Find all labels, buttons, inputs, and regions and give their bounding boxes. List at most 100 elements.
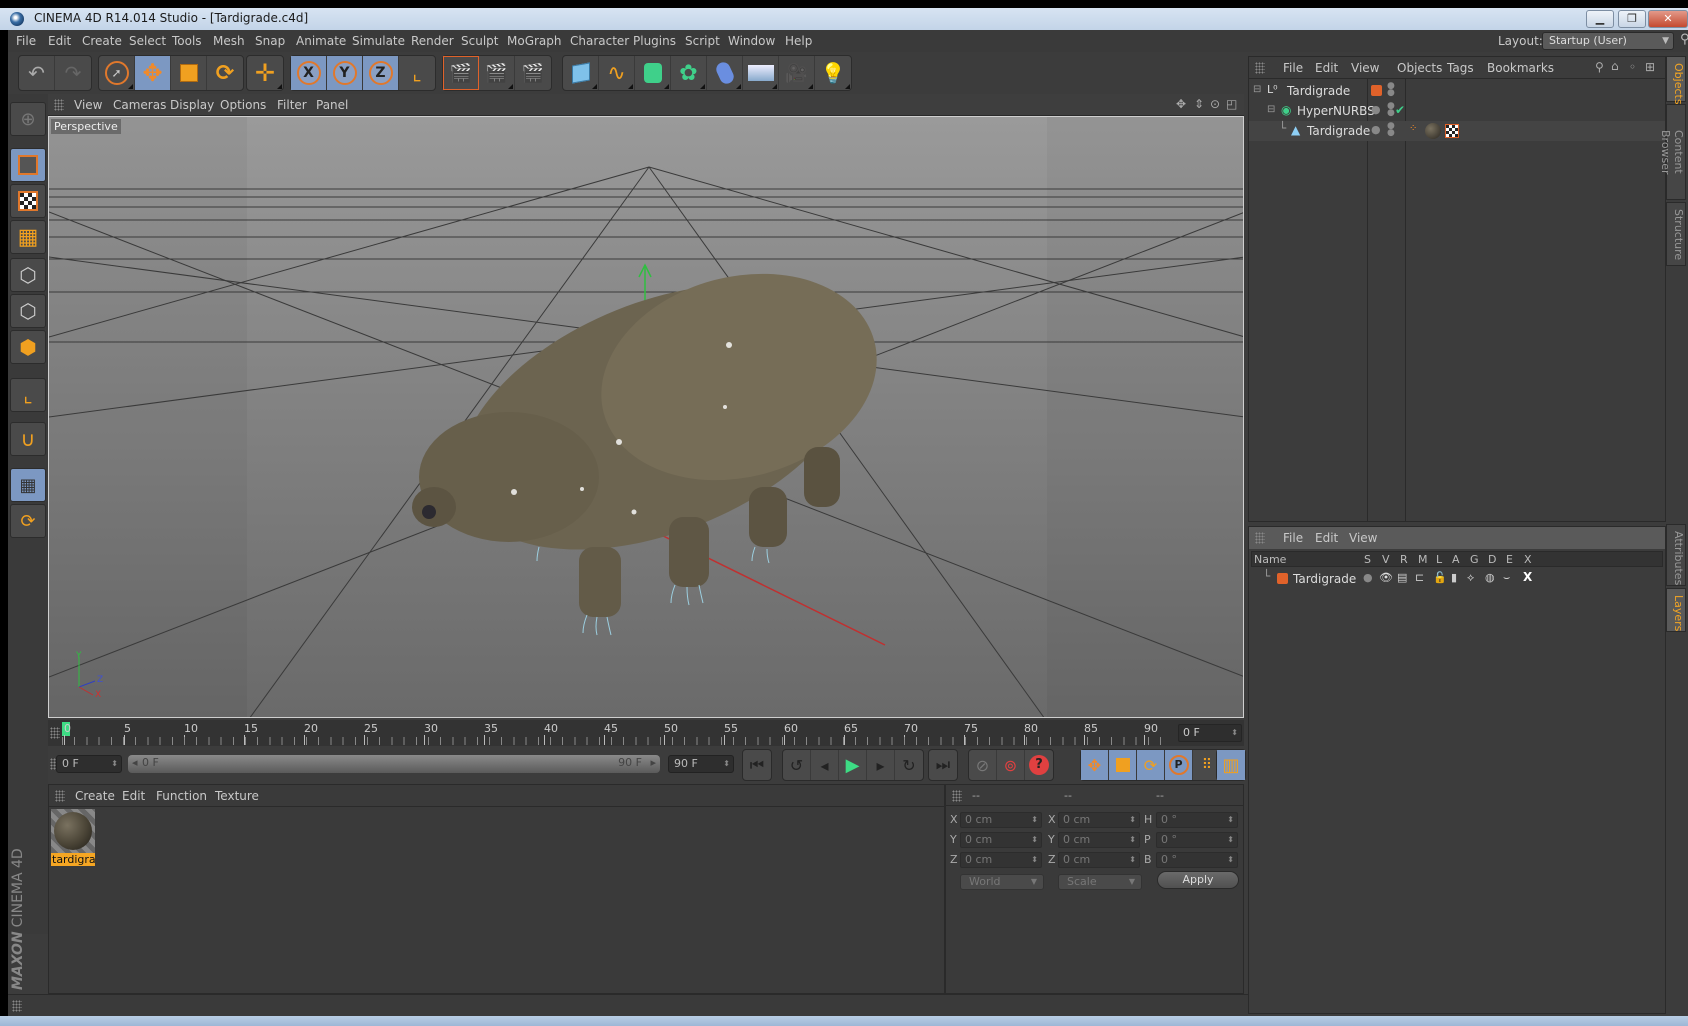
spinner-icon[interactable]: ⬍ — [1031, 853, 1038, 867]
menu-mograph[interactable]: MoGraph — [507, 34, 562, 48]
apply-button[interactable]: Apply — [1157, 871, 1239, 889]
spinner-icon[interactable]: ⬍ — [1227, 833, 1234, 847]
locked-workplane-button[interactable]: ▦ — [10, 468, 46, 502]
undo-button[interactable]: ↶ — [19, 56, 55, 90]
column-expressions[interactable]: E — [1506, 553, 1513, 566]
lock-icon[interactable]: 🔓 — [1433, 571, 1447, 584]
layer-color-swatch[interactable] — [1371, 85, 1382, 96]
workplane-button[interactable]: ⊕ — [10, 102, 46, 136]
mograph-cloner-button[interactable]: ✿ — [671, 56, 707, 90]
manager-hierarchy-icon[interactable]: ⊏ — [1415, 571, 1424, 584]
current-frame-field[interactable]: 0 F ⬍ — [1178, 724, 1242, 742]
new-window-icon[interactable]: ⊞ — [1645, 60, 1655, 74]
viewport-menu-options[interactable]: Options — [220, 98, 266, 112]
move-tool-button[interactable]: ✥ — [135, 56, 171, 90]
menu-animate[interactable]: Animate — [296, 34, 346, 48]
spinner-icon[interactable]: ⬍ — [1231, 725, 1238, 741]
spinner-icon[interactable]: ⬍ — [1031, 813, 1038, 827]
phong-tag-icon[interactable]: ⁘ — [1409, 123, 1417, 134]
spinner-icon[interactable]: ⬍ — [723, 756, 730, 772]
rot-p-field[interactable]: 0 ° ⬍ — [1156, 832, 1238, 848]
object-menu-view[interactable]: View — [1351, 61, 1379, 75]
pos-y-field[interactable]: 0 cm ⬍ — [960, 832, 1042, 848]
texture-mode-button[interactable] — [10, 184, 46, 218]
film-icon[interactable]: ▮ — [1451, 571, 1457, 584]
spinner-icon[interactable]: ⬍ — [1227, 853, 1234, 867]
polygons-mode-button[interactable]: ⬢ — [10, 330, 46, 364]
object-menu-tags[interactable]: Tags — [1447, 61, 1474, 75]
column-animation[interactable]: A — [1452, 553, 1460, 566]
column-solo[interactable]: S — [1364, 553, 1371, 566]
3d-viewport[interactable]: Perspective Y Z X — [48, 116, 1244, 718]
render-view-button[interactable]: 🎬 — [443, 56, 479, 90]
collapse-icon[interactable]: ⊟ — [1253, 84, 1261, 95]
points-mode-button[interactable]: ⬡ — [10, 258, 46, 292]
column-name[interactable]: Name — [1254, 553, 1286, 566]
snap-button[interactable]: ∪ — [10, 422, 46, 456]
prev-frame-button[interactable]: ◂ — [811, 750, 839, 780]
viewport-zoom-icon[interactable]: ⇕ — [1194, 97, 1204, 111]
layer-dot-icon[interactable]: ● — [1371, 103, 1381, 116]
range-left-arrow-icon[interactable]: ◂ — [132, 756, 138, 769]
pos-x-field[interactable]: 0 cm ⬍ — [960, 812, 1042, 828]
spinner-icon[interactable]: ⬍ — [1129, 833, 1136, 847]
menu-snap[interactable]: Snap — [255, 34, 285, 48]
viewport-menu-filter[interactable]: Filter — [277, 98, 307, 112]
deformer-button[interactable] — [707, 56, 743, 90]
nurbs-button[interactable] — [635, 56, 671, 90]
menu-render[interactable]: Render — [411, 34, 454, 48]
menu-edit[interactable]: Edit — [48, 34, 71, 48]
minimize-button[interactable]: ▁ — [1586, 10, 1614, 28]
column-view[interactable]: V — [1382, 553, 1390, 566]
viewport-pan-icon[interactable]: ✥ — [1176, 97, 1186, 111]
layer-row[interactable]: └ Tardigrade ● 👁 ▤ ⊏ 🔓 ▮ ⟡ ◍ ⌣ X — [1251, 569, 1663, 589]
tab-structure[interactable]: Structure — [1666, 202, 1686, 266]
spinner-icon[interactable]: ⬍ — [1129, 853, 1136, 867]
x-axis-lock-button[interactable]: X — [291, 56, 327, 90]
render-settings-button[interactable]: 🎬 — [515, 56, 551, 90]
rotate-tool-button[interactable]: ⟳ — [207, 56, 243, 90]
scale-tool-button[interactable] — [171, 56, 207, 90]
menu-tools[interactable]: Tools — [172, 34, 202, 48]
spinner-icon[interactable]: ⬍ — [1031, 833, 1038, 847]
redo-button[interactable]: ↷ — [55, 56, 91, 90]
size-mode-dropdown[interactable]: Scale ▼ — [1058, 874, 1142, 890]
end-frame-field[interactable]: 90 F ⬍ — [668, 755, 734, 773]
object-menu-edit[interactable]: Edit — [1315, 61, 1338, 75]
material-menu-create[interactable]: Create — [75, 789, 115, 803]
spinner-icon[interactable]: ⬍ — [1227, 813, 1234, 827]
model-mode-button[interactable] — [10, 148, 46, 182]
grip-handle[interactable] — [1255, 532, 1265, 544]
next-frame-button[interactable]: ▸ — [867, 750, 895, 780]
object-menu-file[interactable]: File — [1283, 61, 1303, 75]
material-menu-edit[interactable]: Edit — [122, 789, 145, 803]
scene-floor-button[interactable] — [743, 56, 779, 90]
eye-icon[interactable]: 👁 — [1379, 571, 1393, 584]
uvw-tag-icon[interactable] — [1445, 124, 1459, 138]
close-button[interactable]: ✕ — [1648, 10, 1688, 28]
tab-attributes[interactable]: Attributes — [1666, 524, 1686, 586]
spline-button[interactable]: ∿ — [599, 56, 635, 90]
layer-menu-view[interactable]: View — [1349, 531, 1377, 545]
column-render[interactable]: R — [1400, 553, 1408, 566]
menu-help[interactable]: Help — [785, 34, 812, 48]
eye-toggle-icon[interactable]: ◦ — [1629, 60, 1636, 74]
menu-simulate[interactable]: Simulate — [352, 34, 405, 48]
tab-layers[interactable]: Layers — [1666, 588, 1686, 632]
visibility-dots-icon[interactable]: ● ● — [1387, 102, 1395, 118]
keyframe-selection-button[interactable]: ? — [1025, 750, 1053, 780]
collapse-icon[interactable]: ⊟ — [1267, 104, 1275, 115]
expression-icon[interactable]: ⌣ — [1503, 571, 1510, 585]
object-menu-bookmarks[interactable]: Bookmarks — [1487, 61, 1554, 75]
autokey-button[interactable]: ⊚ — [997, 750, 1025, 780]
goto-end-button[interactable]: ⏭ — [929, 750, 957, 780]
menu-sculpt[interactable]: Sculpt — [461, 34, 498, 48]
column-xrefs[interactable]: X — [1524, 553, 1532, 566]
visibility-dots-icon[interactable]: ● ● — [1387, 122, 1395, 138]
light-button[interactable]: 💡 — [815, 56, 851, 90]
y-axis-lock-button[interactable]: Y — [327, 56, 363, 90]
planar-workplane-button[interactable]: ⟳ — [10, 504, 46, 538]
column-manager[interactable]: M — [1418, 553, 1428, 566]
goto-start-button[interactable]: ⏮ — [743, 750, 771, 780]
solo-toggle[interactable]: ● — [1363, 571, 1373, 584]
